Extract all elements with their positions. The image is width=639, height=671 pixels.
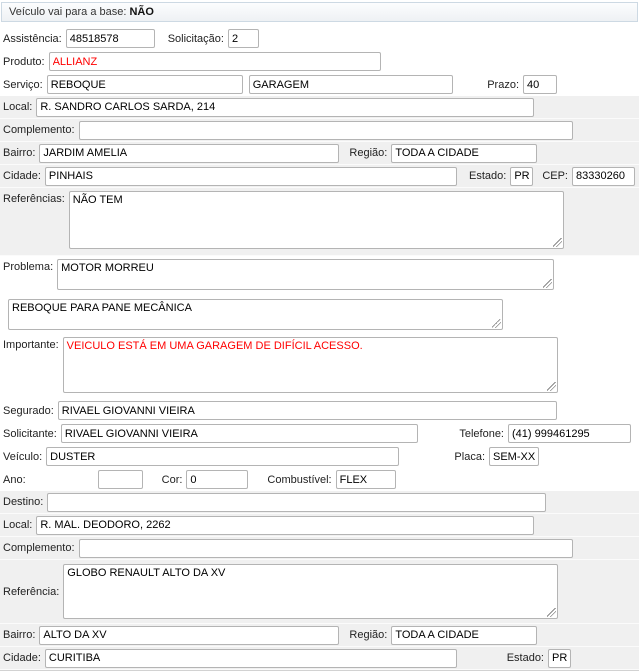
telefone-label: Telefone:: [459, 427, 504, 440]
cidade-origem-input[interactable]: [44, 166, 457, 186]
importante-textarea[interactable]: VEICULO ESTÁ EM UMA GARAGEM DE DIFÍCIL A…: [62, 337, 558, 393]
titlebar-value: NÃO: [129, 6, 154, 18]
row-destino: Destino:: [0, 491, 639, 514]
problema-textarea[interactable]: MOTOR MORREU: [57, 259, 555, 290]
row-solicitante: Solicitante: Telefone:: [0, 422, 639, 445]
prazo-input[interactable]: [523, 75, 557, 94]
titlebar: Veículo vai para a base: NÃO: [1, 2, 638, 22]
produto-label: Produto:: [3, 55, 45, 68]
regiao-destino-input[interactable]: [391, 625, 538, 645]
titlebar-label: Veículo vai para a base:: [9, 6, 127, 18]
segurado-input[interactable]: [57, 401, 557, 420]
solicitacao-input[interactable]: [227, 29, 259, 48]
ano-label: Ano:: [3, 473, 26, 486]
bairro-destino-label: Bairro:: [3, 629, 36, 641]
complemento-origem-input[interactable]: [78, 120, 573, 140]
solicitante-input[interactable]: [60, 424, 418, 443]
row-bairro-origem: Bairro: Região:: [0, 142, 639, 165]
referencias-origem-textarea[interactable]: NÃO TEM: [68, 191, 564, 249]
row-complemento-origem: Complemento:: [0, 119, 639, 142]
cor-label: Cor:: [161, 473, 183, 486]
assistencia-input[interactable]: [65, 29, 155, 48]
combustivel-input[interactable]: [335, 470, 396, 489]
resize-handle-icon[interactable]: [543, 279, 553, 288]
referencia-destino-textarea[interactable]: GLOBO RENAULT ALTO DA XV: [63, 564, 559, 619]
row-ano-cor-combustivel: Ano: Cor: Combustível:: [0, 468, 639, 491]
estado-destino-label: Estado:: [506, 652, 544, 664]
local-destino-label: Local:: [3, 519, 33, 531]
servico-input[interactable]: [46, 75, 243, 94]
servico-label: Serviço:: [3, 78, 43, 91]
segurado-label: Segurado:: [3, 404, 54, 417]
local-origem-label: Local:: [3, 101, 33, 113]
local-destino-input[interactable]: [36, 515, 535, 535]
row-problema: Problema: MOTOR MORREU: [0, 256, 639, 296]
regiao-origem-input[interactable]: [391, 143, 538, 163]
row-referencias-origem: Referências: NÃO TEM: [0, 188, 639, 256]
row-descricao-servico: REBOQUE PARA PANE MECÂNICA: [0, 296, 639, 334]
complemento-destino-label: Complemento:: [3, 542, 75, 554]
referencias-origem-label: Referências:: [3, 193, 65, 205]
row-produto: Produto:: [0, 50, 639, 73]
servico-tipo-input[interactable]: [248, 75, 453, 94]
combustivel-label: Combustível:: [267, 473, 332, 486]
resize-handle-icon[interactable]: [546, 382, 556, 391]
section-destino: Destino: Local: Complemento: Referência:…: [0, 491, 639, 670]
cor-input[interactable]: [186, 470, 249, 489]
complemento-destino-input[interactable]: [78, 538, 573, 558]
estado-origem-label: Estado:: [469, 170, 507, 182]
veiculo-label: Veículo:: [3, 450, 43, 463]
row-cidade-destino: Cidade: Estado:: [0, 647, 639, 670]
row-assistencia: Assistência: Solicitação:: [0, 27, 639, 50]
veiculo-input[interactable]: [46, 447, 400, 466]
regiao-destino-label: Região:: [349, 629, 388, 641]
row-segurado: Segurado:: [0, 399, 639, 422]
row-veiculo: Veículo: Placa:: [0, 445, 639, 468]
bairro-destino-input[interactable]: [39, 625, 340, 645]
solicitacao-label: Solicitação:: [167, 32, 224, 45]
row-local-destino: Local:: [0, 514, 639, 537]
assistance-form-page: Veículo vai para a base: NÃO Assistência…: [0, 0, 639, 671]
row-local-origem: Local:: [0, 96, 639, 119]
section-assistance: Assistência: Solicitação: Produto: Servi…: [0, 22, 639, 96]
referencia-destino-label: Referência:: [3, 585, 60, 598]
section-origem: Local: Complemento: Bairro: Região: Cida…: [0, 96, 639, 256]
solicitante-label: Solicitante:: [3, 427, 57, 440]
cep-origem-label: CEP:: [542, 170, 568, 182]
destino-label: Destino:: [3, 496, 44, 508]
importante-label: Importante:: [3, 339, 59, 351]
complemento-origem-label: Complemento:: [3, 124, 75, 136]
resize-handle-icon[interactable]: [547, 608, 557, 617]
row-cidade-origem: Cidade: Estado: CEP:: [0, 165, 639, 188]
cidade-origem-label: Cidade:: [3, 170, 41, 182]
row-bairro-destino: Bairro: Região:: [0, 624, 639, 647]
section-problema-veiculo: Problema: MOTOR MORREU REBOQUE PARA PANE…: [0, 256, 639, 491]
regiao-origem-label: Região:: [349, 147, 388, 159]
placa-label: Placa:: [454, 450, 485, 463]
ano-input[interactable]: [97, 470, 143, 489]
prazo-label: Prazo:: [487, 78, 519, 91]
resize-handle-icon[interactable]: [492, 319, 501, 328]
problema-label: Problema:: [3, 261, 54, 273]
estado-destino-input[interactable]: [548, 648, 571, 668]
produto-input[interactable]: [48, 52, 381, 71]
row-complemento-destino: Complemento:: [0, 537, 639, 560]
destino-input[interactable]: [47, 492, 547, 512]
row-referencia-destino: Referência: GLOBO RENAULT ALTO DA XV: [0, 560, 639, 624]
cidade-destino-label: Cidade:: [3, 652, 41, 664]
local-origem-input[interactable]: [36, 97, 535, 117]
bairro-origem-input[interactable]: [39, 143, 340, 163]
telefone-input[interactable]: [508, 424, 631, 443]
cidade-destino-input[interactable]: [44, 648, 457, 668]
row-importante: Importante: VEICULO ESTÁ EM UMA GARAGEM …: [0, 334, 639, 399]
bairro-origem-label: Bairro:: [3, 147, 36, 159]
cep-origem-input[interactable]: [572, 166, 635, 186]
descricao-servico-textarea[interactable]: REBOQUE PARA PANE MECÂNICA: [8, 299, 503, 330]
resize-handle-icon[interactable]: [552, 238, 562, 247]
placa-input[interactable]: [489, 447, 539, 466]
assistencia-label: Assistência:: [3, 32, 62, 45]
row-servico: Serviço: Prazo:: [0, 73, 639, 96]
estado-origem-input[interactable]: [510, 166, 534, 186]
